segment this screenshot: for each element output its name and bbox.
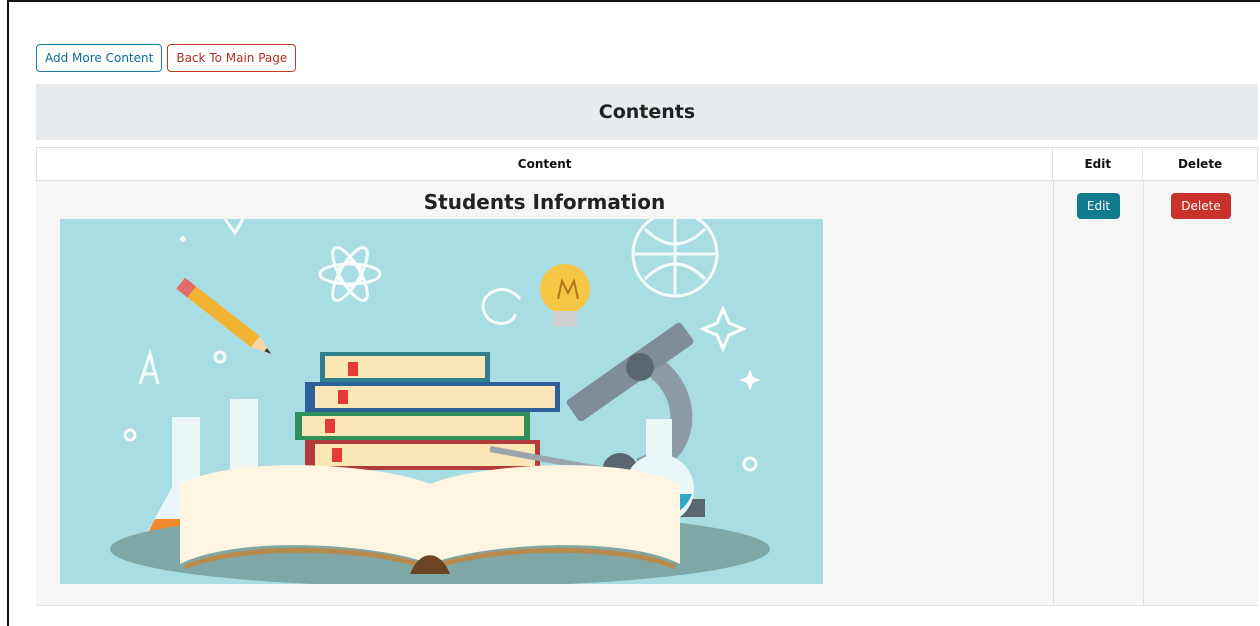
back-to-main-page-button[interactable]: Back To Main Page <box>167 44 297 72</box>
add-more-content-button[interactable]: Add More Content <box>36 44 163 72</box>
table-header: Content Edit Delete <box>36 147 1258 181</box>
content-title: Students Information <box>423 190 666 214</box>
content-image <box>60 219 823 584</box>
frame-top-border <box>7 0 1260 2</box>
edit-cell: Edit <box>1054 181 1144 605</box>
column-header-content: Content <box>37 148 1054 180</box>
toolbar: Add More Content Back To Main Page <box>36 44 297 72</box>
delete-cell: Delete <box>1144 181 1258 605</box>
delete-button[interactable]: Delete <box>1171 193 1231 219</box>
edit-button[interactable]: Edit <box>1076 193 1121 219</box>
content-cell: Students Information <box>36 181 1054 605</box>
contents-table: Content Edit Delete Students Information <box>36 147 1258 606</box>
page-title: Contents <box>36 84 1258 140</box>
column-header-edit: Edit <box>1053 148 1144 180</box>
table-row: Students Information Edit Delete <box>36 181 1258 606</box>
frame-left-border <box>7 0 9 626</box>
column-header-delete: Delete <box>1177 157 1223 171</box>
education-illustration <box>60 219 823 584</box>
